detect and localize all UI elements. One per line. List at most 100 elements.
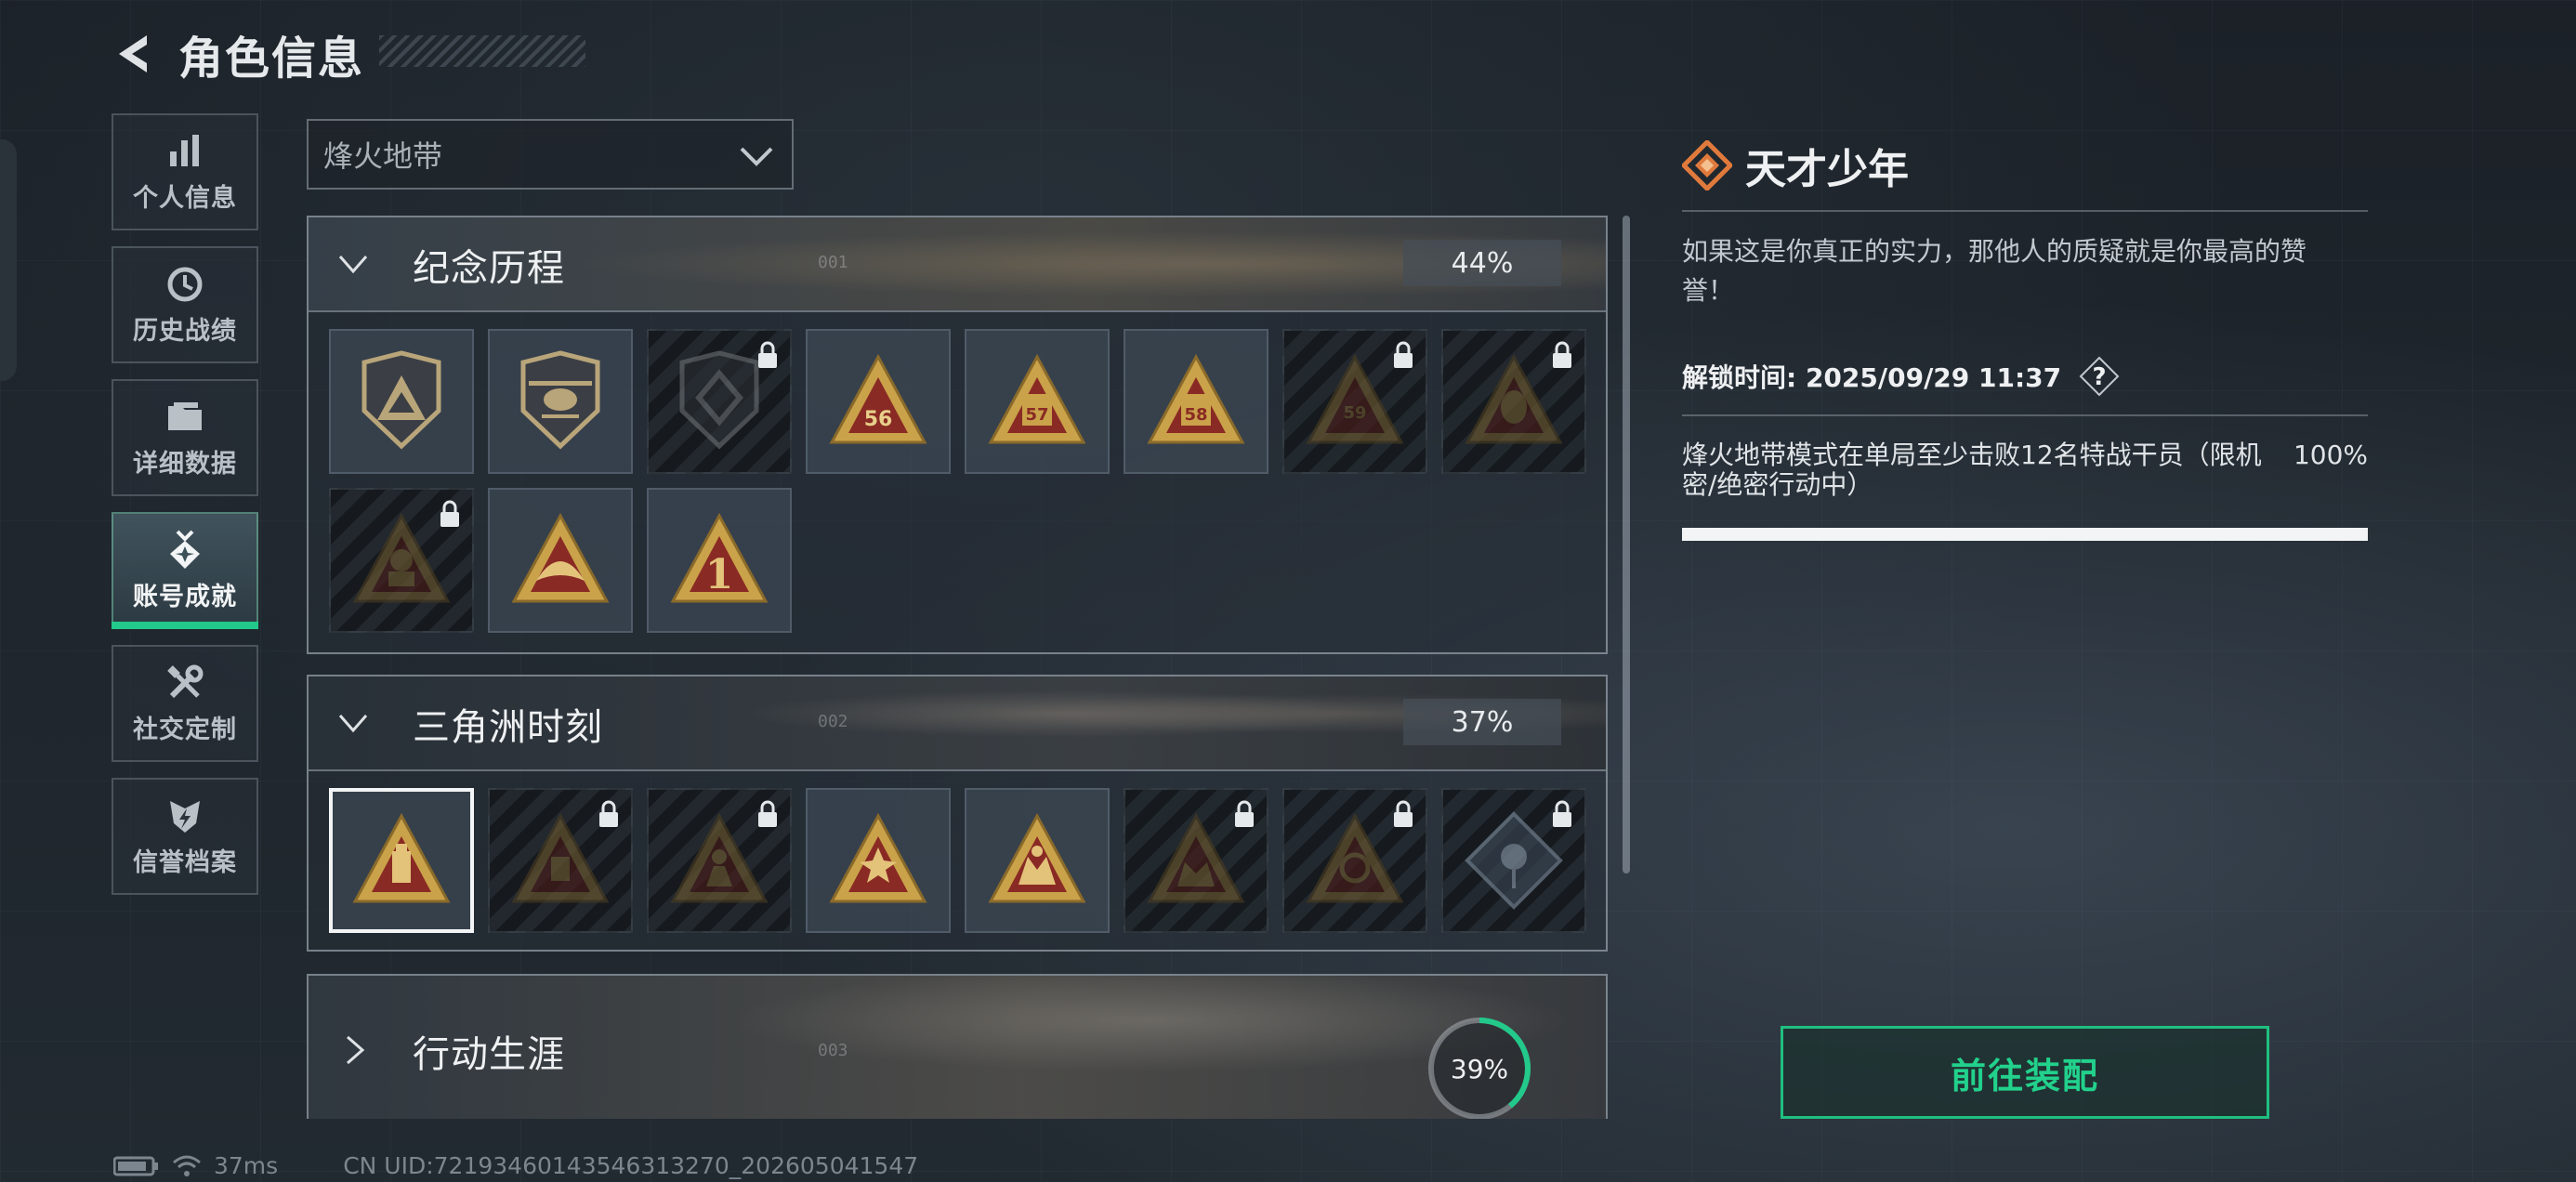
detail-description: 如果这是你真正的实力，那他人的质疑就是你最高的赞誉！ — [1682, 236, 2307, 306]
detail-header: 天才少年 — [1682, 139, 2368, 193]
side-handle[interactable] — [0, 139, 17, 381]
achievement-badge-locked[interactable] — [647, 329, 792, 474]
divider — [1682, 210, 2368, 212]
requirement-progress-bar — [1682, 528, 2368, 541]
chevron-down-icon — [338, 256, 368, 274]
svg-text:56: 56 — [864, 408, 893, 431]
lock-icon — [599, 800, 618, 827]
achievement-medal-icon — [170, 530, 200, 569]
section-progress: 37% — [1403, 699, 1561, 745]
ping-value: 37ms — [214, 1152, 279, 1179]
lock-icon — [1235, 800, 1254, 827]
svg-text:58: 58 — [1184, 405, 1207, 425]
progress-fill — [1682, 528, 2368, 541]
uid-text: CN UID:72193460143546313270_202605041547 — [343, 1152, 919, 1179]
wifi-icon — [173, 1155, 201, 1176]
folder-icon — [168, 401, 202, 430]
go-equip-button[interactable]: 前往装配 — [1781, 1026, 2269, 1119]
lock-icon — [1553, 341, 1571, 368]
lock-icon — [1394, 341, 1413, 368]
wrench-screwdriver-icon — [167, 664, 204, 698]
side-nav: 个人信息 历史战绩 详细数据 账号成就 社交定制 信誉档案 — [112, 113, 262, 911]
achievement-badge[interactable]: 56 — [806, 329, 951, 474]
achievement-badge-locked[interactable]: 59 — [1282, 329, 1427, 474]
nav-label: 账号成就 — [133, 582, 237, 611]
achievement-badge-locked[interactable] — [488, 788, 633, 933]
achievement-badge-locked[interactable] — [1441, 329, 1586, 474]
section-index: 001 — [818, 253, 848, 272]
achievement-badge[interactable] — [488, 329, 633, 474]
section-index: 003 — [818, 1041, 848, 1060]
achievement-badge[interactable] — [488, 488, 633, 633]
nav-item-detailed-data[interactable]: 详细数据 — [112, 379, 258, 496]
number-57-triangle-emblem-icon: 57 — [988, 353, 1086, 444]
svg-text:57: 57 — [1025, 405, 1048, 425]
achievement-list[interactable]: 纪念历程 001 44% 56 57 58 59 1 三角洲时刻 002 37%… — [307, 216, 1608, 1119]
bar-chart-icon — [170, 134, 199, 166]
nav-item-credit-record[interactable]: 信誉档案 — [112, 778, 258, 895]
help-question-icon[interactable]: ? — [2078, 355, 2121, 398]
number-58-triangle-emblem-icon: 58 — [1147, 353, 1245, 444]
status-bar: 37ms CN UID:72193460143546313270_2026050… — [113, 1152, 918, 1179]
credit-shield-icon — [170, 800, 200, 833]
achievement-badge-locked[interactable] — [1282, 788, 1427, 933]
svg-text:?: ? — [2093, 363, 2107, 391]
achievement-section-delta-moments: 三角洲时刻 002 37% — [307, 675, 1608, 952]
achievement-detail-panel: 天才少年 如果这是你真正的实力，那他人的质疑就是你最高的赞誉！ 解锁时间: 20… — [1682, 139, 2368, 541]
achievement-badge-locked[interactable] — [647, 788, 792, 933]
section-title: 行动生涯 — [413, 1033, 565, 1076]
svg-text:59: 59 — [1343, 403, 1366, 423]
svg-text:1: 1 — [705, 551, 734, 598]
section-header[interactable]: 三角洲时刻 002 37% — [309, 676, 1606, 771]
requirement-percent: 100% — [2293, 440, 2368, 470]
section-header[interactable]: 行动生涯 003 39% — [309, 976, 1606, 1119]
nav-item-account-achievements[interactable]: 账号成就 — [112, 512, 258, 629]
chevron-down-icon — [338, 715, 368, 733]
lock-icon — [1394, 800, 1413, 827]
number-56-triangle-emblem-icon: 56 — [829, 353, 927, 444]
section-title: 纪念历程 — [413, 247, 565, 290]
scrollbar[interactable] — [1623, 216, 1630, 873]
requirement-text: 烽火地带模式在单局至少击败12名特战干员（限机密/绝密行动中） — [1682, 440, 2262, 500]
achievement-badge-locked[interactable] — [1124, 788, 1268, 933]
section-progress: 39% — [1451, 1054, 1508, 1084]
page-title: 角色信息 — [178, 33, 365, 85]
back-arrow-icon[interactable] — [110, 30, 158, 78]
unlock-time-label: 解锁时间: 2025/09/29 11:37 — [1682, 362, 2062, 393]
nav-label: 历史战绩 — [133, 316, 237, 346]
achievement-badge[interactable] — [329, 329, 474, 474]
section-title: 三角洲时刻 — [413, 706, 603, 749]
achievement-badge-locked[interactable] — [1441, 788, 1586, 933]
lock-icon — [440, 500, 459, 527]
achievement-badge[interactable]: 1 — [647, 488, 792, 633]
chevron-down-icon — [740, 147, 773, 166]
unlock-time: 解锁时间: 2025/09/29 11:37 ? — [1682, 355, 2368, 398]
nav-item-match-history[interactable]: 历史战绩 — [112, 246, 258, 363]
wings-triangle-emblem-icon — [511, 512, 610, 603]
chevron-right-icon — [347, 1035, 365, 1065]
nav-item-social-custom[interactable]: 社交定制 — [112, 645, 258, 762]
achievement-badge[interactable] — [965, 788, 1110, 933]
section-progress: 44% — [1403, 240, 1561, 286]
achievement-diamond-icon — [1682, 140, 1732, 190]
nav-label: 详细数据 — [133, 449, 237, 479]
achievement-badge[interactable]: 58 — [1124, 329, 1268, 474]
achievement-badge-selected[interactable] — [329, 788, 474, 933]
mode-select-dropdown[interactable]: 烽火地带 — [307, 119, 794, 190]
nav-item-personal-info[interactable]: 个人信息 — [112, 113, 258, 230]
battery-icon — [113, 1156, 158, 1175]
usb-triangle-emblem-icon — [352, 812, 451, 903]
title-decoration — [379, 35, 585, 67]
history-clock-icon — [167, 267, 203, 301]
achievement-badge[interactable] — [806, 788, 951, 933]
shield-triangle-emblem-icon — [361, 350, 441, 450]
achievement-badge[interactable]: 57 — [965, 329, 1110, 474]
hands-star-triangle-emblem-icon — [829, 812, 927, 903]
achievement-section-memorial: 纪念历程 001 44% 56 57 58 59 1 — [307, 216, 1608, 654]
achievement-badge-locked[interactable] — [329, 488, 474, 633]
number-one-triangle-emblem-icon: 1 — [670, 512, 769, 603]
badge-grid — [309, 771, 1606, 947]
section-index: 002 — [818, 712, 848, 731]
section-header[interactable]: 纪念历程 001 44% — [309, 217, 1606, 312]
nav-label: 社交定制 — [133, 715, 237, 744]
